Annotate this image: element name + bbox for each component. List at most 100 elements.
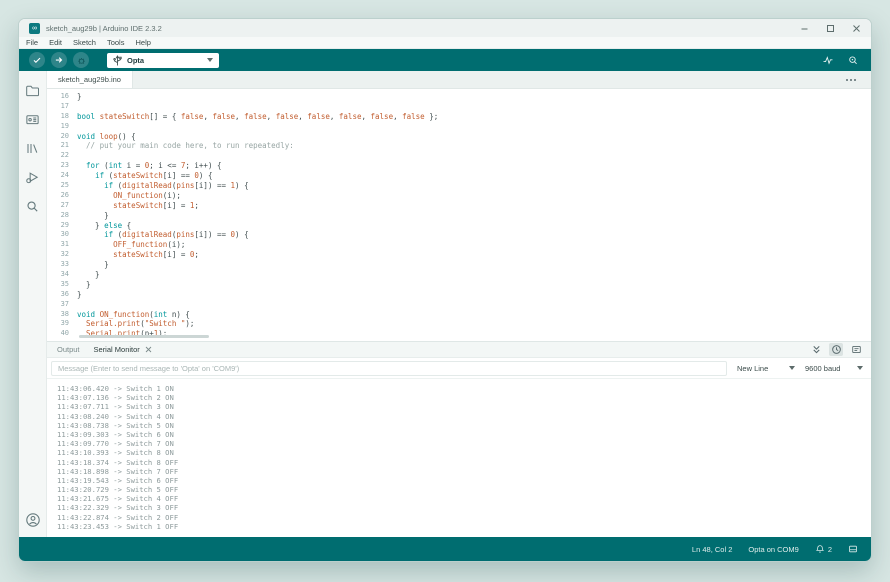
sidebar-item-library-manager[interactable] [24, 139, 42, 157]
line-number[interactable]: 24 [47, 171, 77, 181]
line-number[interactable]: 25 [47, 181, 77, 191]
line-number[interactable]: 34 [47, 270, 77, 280]
code-line[interactable]: 36} [47, 290, 871, 300]
code-line[interactable]: 32 stateSwitch[i] = 0; [47, 250, 871, 260]
sidebar-item-boards-manager[interactable] [24, 110, 42, 128]
collapse-panel-icon[interactable] [809, 343, 823, 356]
tab-serial-monitor[interactable]: Serial Monitor [94, 345, 152, 354]
line-number[interactable]: 17 [47, 102, 77, 112]
line-number[interactable]: 33 [47, 260, 77, 270]
serial-plotter-button[interactable] [822, 55, 834, 66]
clear-output-icon[interactable] [849, 343, 863, 356]
baud-rate-select[interactable]: 9600 baud [805, 364, 863, 373]
editor-tab-bar: sketch_aug29b.ino [47, 71, 871, 89]
sidebar-item-search[interactable] [24, 197, 42, 215]
code-line[interactable]: 26 ON_function(i); [47, 191, 871, 201]
menu-item-file[interactable]: File [26, 38, 38, 47]
code-line[interactable]: 17 [47, 102, 871, 112]
serial-line: 11:43:08.738 -> Switch 5 ON [57, 421, 871, 430]
line-number[interactable]: 16 [47, 92, 77, 102]
line-number[interactable]: 32 [47, 250, 77, 260]
tab-sketch-file[interactable]: sketch_aug29b.ino [47, 71, 133, 88]
line-number[interactable]: 38 [47, 310, 77, 320]
line-number[interactable]: 29 [47, 221, 77, 231]
timestamp-toggle-icon[interactable] [829, 343, 843, 356]
line-ending-select[interactable]: New Line [737, 364, 795, 373]
upload-button[interactable] [51, 52, 67, 68]
serial-line: 11:43:19.543 -> Switch 6 OFF [57, 476, 871, 485]
code-line[interactable]: 19 [47, 122, 871, 132]
code-line[interactable]: 21 // put your main code here, to run re… [47, 141, 871, 151]
code-line[interactable]: 24 if (stateSwitch[i] == 0) { [47, 171, 871, 181]
code-line[interactable]: 20void loop() { [47, 132, 871, 142]
cursor-position[interactable]: Ln 48, Col 2 [692, 545, 732, 554]
notifications-button[interactable]: 2 [815, 544, 832, 554]
sidebar-item-sketchbook[interactable] [24, 81, 42, 99]
code-line[interactable]: 28 } [47, 211, 871, 221]
menu-item-sketch[interactable]: Sketch [73, 38, 96, 47]
line-number[interactable]: 18 [47, 112, 77, 122]
close-tab-icon[interactable] [145, 346, 152, 353]
line-number[interactable]: 27 [47, 201, 77, 211]
code-line[interactable]: 35 } [47, 280, 871, 290]
code-line[interactable]: 23 for (int i = 0; i <= 7; i++) { [47, 161, 871, 171]
line-number[interactable]: 36 [47, 290, 77, 300]
serial-monitor-button[interactable] [847, 55, 859, 66]
menu-item-edit[interactable]: Edit [49, 38, 62, 47]
serial-monitor-icon [847, 55, 859, 66]
tab-overflow-menu-icon[interactable] [845, 71, 857, 88]
code-line[interactable]: 33 } [47, 260, 871, 270]
serial-message-input[interactable] [51, 361, 727, 376]
close-icon[interactable] [852, 24, 861, 33]
code-line[interactable]: 37 [47, 300, 871, 310]
title-bar[interactable]: ∞ sketch_aug29b | Arduino IDE 2.3.2 [19, 19, 871, 37]
line-number[interactable]: 26 [47, 191, 77, 201]
code-line[interactable]: 16} [47, 92, 871, 102]
code-line[interactable]: 29 } else { [47, 221, 871, 231]
menu-item-help[interactable]: Help [135, 38, 150, 47]
line-number[interactable]: 35 [47, 280, 77, 290]
code-line[interactable]: 34 } [47, 270, 871, 280]
code-line[interactable]: 31 OFF_function(i); [47, 240, 871, 250]
serial-line: 11:43:08.240 -> Switch 4 ON [57, 412, 871, 421]
line-number[interactable]: 31 [47, 240, 77, 250]
panel-toggle-icon[interactable] [848, 544, 858, 554]
line-number[interactable]: 21 [47, 141, 77, 151]
line-number[interactable]: 40 [47, 329, 77, 339]
line-number[interactable]: 30 [47, 230, 77, 240]
tab-label: sketch_aug29b.ino [58, 75, 121, 84]
tab-output[interactable]: Output [57, 345, 80, 354]
selected-board-label: Opta [127, 56, 144, 65]
line-number[interactable]: 19 [47, 122, 77, 132]
horizontal-scrollbar[interactable] [79, 335, 209, 338]
serial-monitor-output[interactable]: 11:43:06.420 -> Switch 1 ON11:43:07.136 … [47, 379, 871, 537]
usb-icon [113, 55, 122, 66]
line-number[interactable]: 23 [47, 161, 77, 171]
code-line[interactable]: 27 stateSwitch[i] = 1; [47, 201, 871, 211]
debug-button[interactable] [73, 52, 89, 68]
code-editor[interactable]: 16}1718bool stateSwitch[] = { false, fal… [47, 89, 871, 341]
status-bar: Ln 48, Col 2 Opta on COM9 2 [19, 537, 871, 561]
verify-button[interactable] [29, 52, 45, 68]
line-number[interactable]: 37 [47, 300, 77, 310]
menu-item-tools[interactable]: Tools [107, 38, 125, 47]
account-button[interactable] [24, 511, 42, 529]
board-connection-status[interactable]: Opta on COM9 [748, 545, 798, 554]
code-line[interactable]: 18bool stateSwitch[] = { false, false, f… [47, 112, 871, 122]
board-selector[interactable]: Opta [107, 53, 219, 68]
line-number[interactable]: 20 [47, 132, 77, 142]
baud-rate-value: 9600 baud [805, 364, 840, 373]
code-line[interactable]: 38void ON_function(int n) { [47, 310, 871, 320]
code-line[interactable]: 39 Serial.print("Switch "); [47, 319, 871, 329]
code-line[interactable]: 22 [47, 151, 871, 161]
line-number[interactable]: 28 [47, 211, 77, 221]
code-line[interactable]: 30 if (digitalRead(pins[i]) == 0) { [47, 230, 871, 240]
minimize-icon[interactable] [800, 24, 809, 33]
tab-serial-monitor-label: Serial Monitor [94, 345, 140, 354]
code-line[interactable]: 25 if (digitalRead(pins[i]) == 1) { [47, 181, 871, 191]
code-text: } [77, 260, 109, 270]
line-number[interactable]: 39 [47, 319, 77, 329]
sidebar-item-debug[interactable] [24, 168, 42, 186]
maximize-icon[interactable] [826, 24, 835, 33]
line-number[interactable]: 22 [47, 151, 77, 161]
